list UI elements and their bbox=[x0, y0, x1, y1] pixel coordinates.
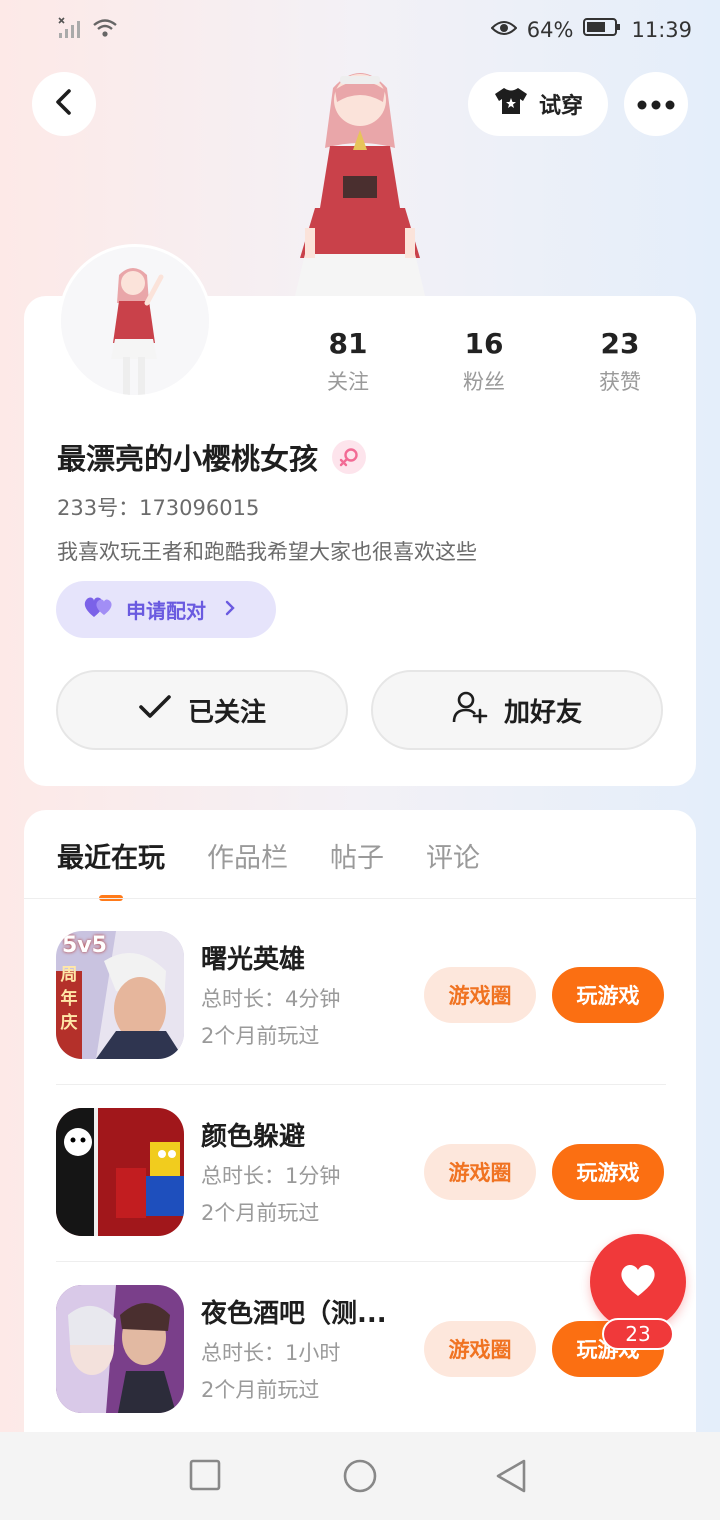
more-dots-icon bbox=[637, 95, 675, 114]
add-user-icon bbox=[452, 690, 488, 731]
game-duration: 总时长：1分钟 bbox=[201, 1164, 341, 1188]
game-circle-button[interactable]: 游戏圈 bbox=[424, 967, 536, 1023]
game-last-played: 2个月前玩过 bbox=[201, 1378, 320, 1402]
game-duration: 总时长：1小时 bbox=[201, 1341, 341, 1365]
row-divider bbox=[56, 1084, 666, 1085]
tabs-divider bbox=[24, 898, 696, 899]
game-circle-button[interactable]: 游戏圈 bbox=[424, 1144, 536, 1200]
game-icon-dawn-heroes: 5v5 周年庆 bbox=[56, 931, 184, 1059]
shirt-icon bbox=[493, 86, 529, 122]
stat-fans[interactable]: 16 粉丝 bbox=[424, 326, 544, 396]
apply-pair-label: 申请配对 bbox=[126, 599, 206, 623]
back-arrow-icon bbox=[53, 88, 75, 120]
game-name: 颜色躲避 bbox=[201, 1122, 306, 1152]
stat-following[interactable]: 81 关注 bbox=[288, 326, 408, 396]
checkmark-icon bbox=[138, 694, 172, 727]
likes-count: 23 bbox=[600, 327, 640, 360]
heart-icon bbox=[618, 1262, 658, 1302]
nickname-row: 最漂亮的小樱桃女孩 bbox=[57, 436, 367, 478]
row-divider bbox=[56, 1261, 666, 1262]
tab-recently-played[interactable]: 最近在玩 bbox=[57, 836, 165, 901]
female-gender-icon bbox=[332, 440, 367, 474]
game-name: 曙光英雄 bbox=[201, 945, 306, 975]
game-icon-color-dodge bbox=[56, 1108, 184, 1236]
apply-pair-button[interactable]: 申请配对 bbox=[56, 581, 276, 638]
hearts-icon bbox=[82, 595, 116, 624]
back-triangle-icon[interactable] bbox=[494, 1458, 528, 1498]
avatar[interactable] bbox=[58, 244, 212, 398]
nickname: 最漂亮的小樱桃女孩 bbox=[57, 442, 319, 476]
game-badge-5v5: 5v5 bbox=[62, 933, 107, 958]
play-game-button[interactable]: 玩游戏 bbox=[552, 967, 664, 1023]
home-circle-icon[interactable] bbox=[342, 1458, 378, 1498]
bio: 我喜欢玩王者和跑酷我希望大家也很喜欢这些 bbox=[57, 540, 477, 564]
game-icon-night-bar bbox=[56, 1285, 184, 1413]
signal-icon bbox=[58, 17, 82, 43]
like-count-badge: 23 bbox=[602, 1318, 674, 1350]
add-friend-label: 加好友 bbox=[503, 697, 582, 728]
tab-comments[interactable]: 评论 bbox=[426, 836, 480, 875]
fans-count: 16 bbox=[464, 327, 504, 360]
wifi-icon bbox=[92, 17, 118, 43]
following-count: 81 bbox=[328, 327, 368, 360]
hero-avatar-figure bbox=[285, 58, 435, 298]
play-game-button[interactable]: 玩游戏 bbox=[552, 1144, 664, 1200]
game-last-played: 2个月前玩过 bbox=[201, 1201, 320, 1225]
following-label: 关注 bbox=[327, 370, 369, 394]
tab-posts[interactable]: 帖子 bbox=[330, 836, 384, 875]
chevron-right-icon bbox=[224, 598, 236, 622]
tab-works[interactable]: 作品栏 bbox=[207, 836, 288, 875]
game-badge-anniversary: 周年庆 bbox=[60, 965, 78, 1033]
game-duration: 总时长：4分钟 bbox=[201, 987, 341, 1011]
game-name: 夜色酒吧（测... bbox=[201, 1299, 387, 1329]
try-on-button[interactable]: 试穿 bbox=[468, 72, 608, 136]
eye-icon bbox=[490, 18, 518, 42]
profile-tabs: 最近在玩 作品栏 帖子 评论 bbox=[57, 836, 480, 901]
system-nav-bar bbox=[0, 1432, 720, 1520]
battery-percent: 64% bbox=[526, 17, 574, 42]
game-row[interactable]: 5v5 周年庆 曙光英雄 总时长：4分钟 2个月前玩过 游戏圈 玩游戏 bbox=[56, 931, 666, 1107]
followed-button[interactable]: 已关注 bbox=[56, 670, 348, 750]
clock: 11:39 bbox=[631, 17, 692, 42]
fans-label: 粉丝 bbox=[463, 370, 505, 394]
game-row[interactable]: 颜色躲避 总时长：1分钟 2个月前玩过 游戏圈 玩游戏 bbox=[56, 1108, 666, 1284]
user-id: 233号：173096015 bbox=[57, 496, 260, 520]
try-on-label: 试穿 bbox=[538, 94, 583, 119]
stat-likes[interactable]: 23 获赞 bbox=[560, 326, 680, 396]
battery-icon bbox=[583, 17, 621, 42]
back-button[interactable] bbox=[32, 72, 96, 136]
recents-square-icon[interactable] bbox=[188, 1458, 222, 1496]
followed-label: 已关注 bbox=[187, 697, 266, 728]
status-bar: 64% 11:39 bbox=[0, 0, 720, 62]
like-fab-button[interactable] bbox=[590, 1234, 686, 1330]
add-friend-button[interactable]: 加好友 bbox=[371, 670, 663, 750]
more-button[interactable] bbox=[624, 72, 688, 136]
game-circle-button[interactable]: 游戏圈 bbox=[424, 1321, 536, 1377]
likes-label: 获赞 bbox=[599, 370, 641, 394]
game-last-played: 2个月前玩过 bbox=[201, 1024, 320, 1048]
